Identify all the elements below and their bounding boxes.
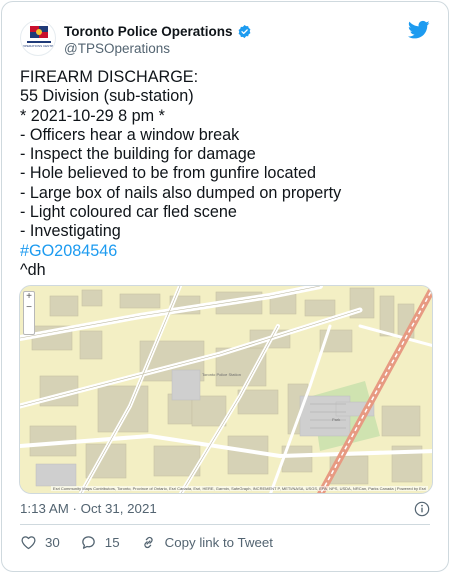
map-label-park: Park — [332, 417, 340, 422]
divider — [20, 524, 430, 525]
copy-link-button[interactable]: Copy link to Tweet — [140, 534, 273, 551]
author-names: Toronto Police Operations @TPSOperations — [64, 22, 252, 56]
tweet-timestamp[interactable]: 1:13 AM · Oct 31, 2021 — [20, 501, 157, 516]
heart-icon — [21, 535, 36, 549]
tweet-line: * 2021-10-29 8 pm * — [20, 106, 165, 125]
reply-button[interactable]: 15 — [80, 534, 120, 551]
map-image[interactable]: Toronto Police Station Park + − Esri Com… — [19, 285, 433, 494]
tweet-header: OPERATIONS CENTRE Toronto Police Operati… — [20, 20, 430, 60]
reply-count: 15 — [104, 534, 120, 550]
tweet-line: - Hole believed to be from gunfire locat… — [20, 164, 317, 183]
tweet-line: 55 Division (sub-station) — [20, 87, 194, 106]
map-canvas: Toronto Police Station Park — [20, 286, 432, 493]
svg-text:OPERATIONS CENTRE: OPERATIONS CENTRE — [23, 44, 56, 48]
like-count: 30 — [45, 534, 60, 550]
tps-logo-icon: OPERATIONS CENTRE — [23, 26, 56, 48]
tweet-line: FIREARM DISCHARGE: — [20, 68, 199, 86]
tweet-line: - Officers hear a window break — [20, 125, 240, 144]
avatar[interactable]: OPERATIONS CENTRE — [20, 20, 56, 56]
tweet-signature: ^dh — [20, 260, 46, 279]
hashtag-link[interactable]: #GO2084546 — [20, 242, 432, 261]
map-attribution: Esri Community Maps Contributors, Toront… — [50, 486, 428, 491]
tweet-card: OPERATIONS CENTRE Toronto Police Operati… — [1, 1, 449, 572]
info-icon[interactable] — [414, 501, 430, 517]
zoom-out-button[interactable]: − — [24, 303, 34, 314]
tweet-line: - Inspect the building for damage — [20, 145, 256, 164]
map-zoom-control: + − — [23, 291, 35, 335]
copy-link-label: Copy link to Tweet — [164, 534, 273, 550]
reply-icon — [81, 535, 95, 549]
like-button[interactable]: 30 — [20, 534, 60, 551]
display-name[interactable]: Toronto Police Operations — [64, 24, 233, 39]
tweet-actions: 30 15 Copy link to Tweet — [20, 532, 273, 552]
handle[interactable]: @TPSOperations — [64, 41, 252, 56]
tweet-line: - Light coloured car fled scene — [20, 203, 237, 222]
map-label-center: Toronto Police Station — [202, 372, 241, 377]
link-icon — [143, 536, 153, 548]
tweet-line: - Large box of nails also dumped on prop… — [20, 183, 342, 202]
tweet-line: - Investigating — [20, 222, 121, 241]
tweet-text: FIREARM DISCHARGE: 55 Division (sub-stati… — [20, 68, 432, 280]
verified-badge-icon — [238, 24, 250, 38]
twitter-bird-icon[interactable] — [408, 20, 430, 40]
